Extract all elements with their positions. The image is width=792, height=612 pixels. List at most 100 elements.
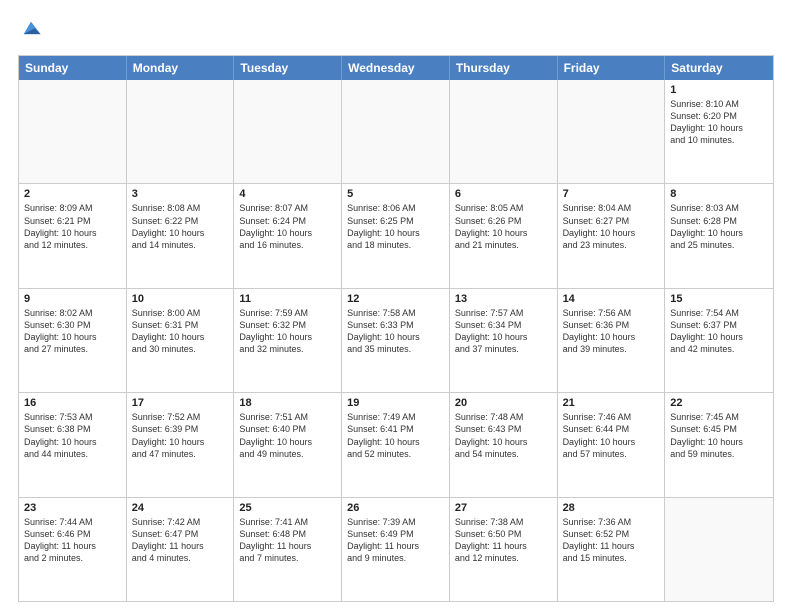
calendar-cell: 27 Sunrise: 7:38 AM Sunset: 6:50 PM Dayli… bbox=[450, 498, 558, 601]
calendar-cell: 12 Sunrise: 7:58 AM Sunset: 6:33 PM Dayli… bbox=[342, 289, 450, 392]
day-number: 18 bbox=[239, 397, 336, 409]
day-info: Sunrise: 7:41 AM Sunset: 6:48 PM Dayligh… bbox=[239, 516, 336, 565]
day-info: Sunrise: 7:58 AM Sunset: 6:33 PM Dayligh… bbox=[347, 307, 444, 356]
day-info: Sunrise: 7:45 AM Sunset: 6:45 PM Dayligh… bbox=[670, 411, 768, 460]
day-info: Sunrise: 8:08 AM Sunset: 6:22 PM Dayligh… bbox=[132, 202, 229, 251]
weekday-header-tuesday: Tuesday bbox=[234, 56, 342, 80]
day-info: Sunrise: 7:57 AM Sunset: 6:34 PM Dayligh… bbox=[455, 307, 552, 356]
calendar-cell: 25 Sunrise: 7:41 AM Sunset: 6:48 PM Dayli… bbox=[234, 498, 342, 601]
day-number: 5 bbox=[347, 188, 444, 200]
weekday-header-friday: Friday bbox=[558, 56, 666, 80]
day-info: Sunrise: 7:56 AM Sunset: 6:36 PM Dayligh… bbox=[563, 307, 660, 356]
calendar-cell: 15 Sunrise: 7:54 AM Sunset: 6:37 PM Dayli… bbox=[665, 289, 773, 392]
calendar-cell: 5 Sunrise: 8:06 AM Sunset: 6:25 PM Daylig… bbox=[342, 184, 450, 287]
calendar-row-1: 2 Sunrise: 8:09 AM Sunset: 6:21 PM Daylig… bbox=[19, 183, 773, 287]
day-info: Sunrise: 7:39 AM Sunset: 6:49 PM Dayligh… bbox=[347, 516, 444, 565]
calendar-cell: 18 Sunrise: 7:51 AM Sunset: 6:40 PM Dayli… bbox=[234, 393, 342, 496]
calendar-cell bbox=[19, 80, 127, 183]
calendar-row-2: 9 Sunrise: 8:02 AM Sunset: 6:30 PM Daylig… bbox=[19, 288, 773, 392]
day-number: 12 bbox=[347, 293, 444, 305]
weekday-header-wednesday: Wednesday bbox=[342, 56, 450, 80]
calendar-cell: 10 Sunrise: 8:00 AM Sunset: 6:31 PM Dayli… bbox=[127, 289, 235, 392]
day-number: 6 bbox=[455, 188, 552, 200]
day-number: 17 bbox=[132, 397, 229, 409]
day-info: Sunrise: 7:46 AM Sunset: 6:44 PM Dayligh… bbox=[563, 411, 660, 460]
calendar-header: SundayMondayTuesdayWednesdayThursdayFrid… bbox=[19, 56, 773, 80]
day-number: 9 bbox=[24, 293, 121, 305]
day-info: Sunrise: 7:42 AM Sunset: 6:47 PM Dayligh… bbox=[132, 516, 229, 565]
calendar-cell: 9 Sunrise: 8:02 AM Sunset: 6:30 PM Daylig… bbox=[19, 289, 127, 392]
day-info: Sunrise: 8:05 AM Sunset: 6:26 PM Dayligh… bbox=[455, 202, 552, 251]
day-number: 3 bbox=[132, 188, 229, 200]
calendar-cell bbox=[234, 80, 342, 183]
day-number: 20 bbox=[455, 397, 552, 409]
calendar-cell bbox=[558, 80, 666, 183]
day-number: 19 bbox=[347, 397, 444, 409]
weekday-header-monday: Monday bbox=[127, 56, 235, 80]
day-info: Sunrise: 7:59 AM Sunset: 6:32 PM Dayligh… bbox=[239, 307, 336, 356]
day-number: 14 bbox=[563, 293, 660, 305]
day-info: Sunrise: 7:54 AM Sunset: 6:37 PM Dayligh… bbox=[670, 307, 768, 356]
day-number: 2 bbox=[24, 188, 121, 200]
day-number: 26 bbox=[347, 502, 444, 514]
calendar-cell: 19Sunrise: 7:49 AM Sunset: 6:41 PM Dayli… bbox=[342, 393, 450, 496]
calendar-row-3: 16 Sunrise: 7:53 AM Sunset: 6:38 PM Dayli… bbox=[19, 392, 773, 496]
calendar-cell: 24 Sunrise: 7:42 AM Sunset: 6:47 PM Dayli… bbox=[127, 498, 235, 601]
day-info: Sunrise: 8:00 AM Sunset: 6:31 PM Dayligh… bbox=[132, 307, 229, 356]
day-number: 4 bbox=[239, 188, 336, 200]
calendar-cell: 17 Sunrise: 7:52 AM Sunset: 6:39 PM Dayli… bbox=[127, 393, 235, 496]
calendar-cell: 21 Sunrise: 7:46 AM Sunset: 6:44 PM Dayli… bbox=[558, 393, 666, 496]
calendar-cell: 22 Sunrise: 7:45 AM Sunset: 6:45 PM Dayli… bbox=[665, 393, 773, 496]
calendar-cell bbox=[127, 80, 235, 183]
calendar-body: 1 Sunrise: 8:10 AM Sunset: 6:20 PM Daylig… bbox=[19, 80, 773, 601]
day-number: 22 bbox=[670, 397, 768, 409]
day-info: Sunrise: 8:02 AM Sunset: 6:30 PM Dayligh… bbox=[24, 307, 121, 356]
day-info: Sunrise: 8:04 AM Sunset: 6:27 PM Dayligh… bbox=[563, 202, 660, 251]
day-info: Sunrise: 8:10 AM Sunset: 6:20 PM Dayligh… bbox=[670, 98, 768, 147]
calendar-cell: 8 Sunrise: 8:03 AM Sunset: 6:28 PM Daylig… bbox=[665, 184, 773, 287]
day-number: 24 bbox=[132, 502, 229, 514]
day-info: Sunrise: 8:09 AM Sunset: 6:21 PM Dayligh… bbox=[24, 202, 121, 251]
day-info: Sunrise: 7:48 AM Sunset: 6:43 PM Dayligh… bbox=[455, 411, 552, 460]
logo bbox=[18, 18, 46, 45]
day-number: 23 bbox=[24, 502, 121, 514]
calendar-cell: 7Sunrise: 8:04 AM Sunset: 6:27 PM Daylig… bbox=[558, 184, 666, 287]
day-number: 27 bbox=[455, 502, 552, 514]
day-info: Sunrise: 7:44 AM Sunset: 6:46 PM Dayligh… bbox=[24, 516, 121, 565]
calendar-cell bbox=[342, 80, 450, 183]
day-number: 15 bbox=[670, 293, 768, 305]
day-number: 8 bbox=[670, 188, 768, 200]
day-number: 11 bbox=[239, 293, 336, 305]
calendar-cell: 13Sunrise: 7:57 AM Sunset: 6:34 PM Dayli… bbox=[450, 289, 558, 392]
weekday-header-saturday: Saturday bbox=[665, 56, 773, 80]
calendar-cell: 1 Sunrise: 8:10 AM Sunset: 6:20 PM Daylig… bbox=[665, 80, 773, 183]
day-number: 10 bbox=[132, 293, 229, 305]
day-number: 28 bbox=[563, 502, 660, 514]
calendar-cell: 2 Sunrise: 8:09 AM Sunset: 6:21 PM Daylig… bbox=[19, 184, 127, 287]
calendar-cell: 4 Sunrise: 8:07 AM Sunset: 6:24 PM Daylig… bbox=[234, 184, 342, 287]
page-header bbox=[18, 18, 774, 45]
day-info: Sunrise: 8:06 AM Sunset: 6:25 PM Dayligh… bbox=[347, 202, 444, 251]
calendar-cell: 28Sunrise: 7:36 AM Sunset: 6:52 PM Dayli… bbox=[558, 498, 666, 601]
day-info: Sunrise: 7:38 AM Sunset: 6:50 PM Dayligh… bbox=[455, 516, 552, 565]
weekday-header-thursday: Thursday bbox=[450, 56, 558, 80]
calendar-cell bbox=[665, 498, 773, 601]
calendar-cell: 23 Sunrise: 7:44 AM Sunset: 6:46 PM Dayli… bbox=[19, 498, 127, 601]
calendar-cell: 11 Sunrise: 7:59 AM Sunset: 6:32 PM Dayli… bbox=[234, 289, 342, 392]
day-info: Sunrise: 7:53 AM Sunset: 6:38 PM Dayligh… bbox=[24, 411, 121, 460]
calendar-cell bbox=[450, 80, 558, 183]
day-info: Sunrise: 8:07 AM Sunset: 6:24 PM Dayligh… bbox=[239, 202, 336, 251]
day-number: 21 bbox=[563, 397, 660, 409]
weekday-header-sunday: Sunday bbox=[19, 56, 127, 80]
day-number: 1 bbox=[670, 84, 768, 96]
day-info: Sunrise: 7:51 AM Sunset: 6:40 PM Dayligh… bbox=[239, 411, 336, 460]
calendar-cell: 6 Sunrise: 8:05 AM Sunset: 6:26 PM Daylig… bbox=[450, 184, 558, 287]
calendar-cell: 26 Sunrise: 7:39 AM Sunset: 6:49 PM Dayli… bbox=[342, 498, 450, 601]
day-number: 16 bbox=[24, 397, 121, 409]
day-info: Sunrise: 8:03 AM Sunset: 6:28 PM Dayligh… bbox=[670, 202, 768, 251]
day-info: Sunrise: 7:52 AM Sunset: 6:39 PM Dayligh… bbox=[132, 411, 229, 460]
calendar: SundayMondayTuesdayWednesdayThursdayFrid… bbox=[18, 55, 774, 602]
day-number: 25 bbox=[239, 502, 336, 514]
logo-icon bbox=[20, 18, 42, 40]
calendar-cell: 16 Sunrise: 7:53 AM Sunset: 6:38 PM Dayli… bbox=[19, 393, 127, 496]
